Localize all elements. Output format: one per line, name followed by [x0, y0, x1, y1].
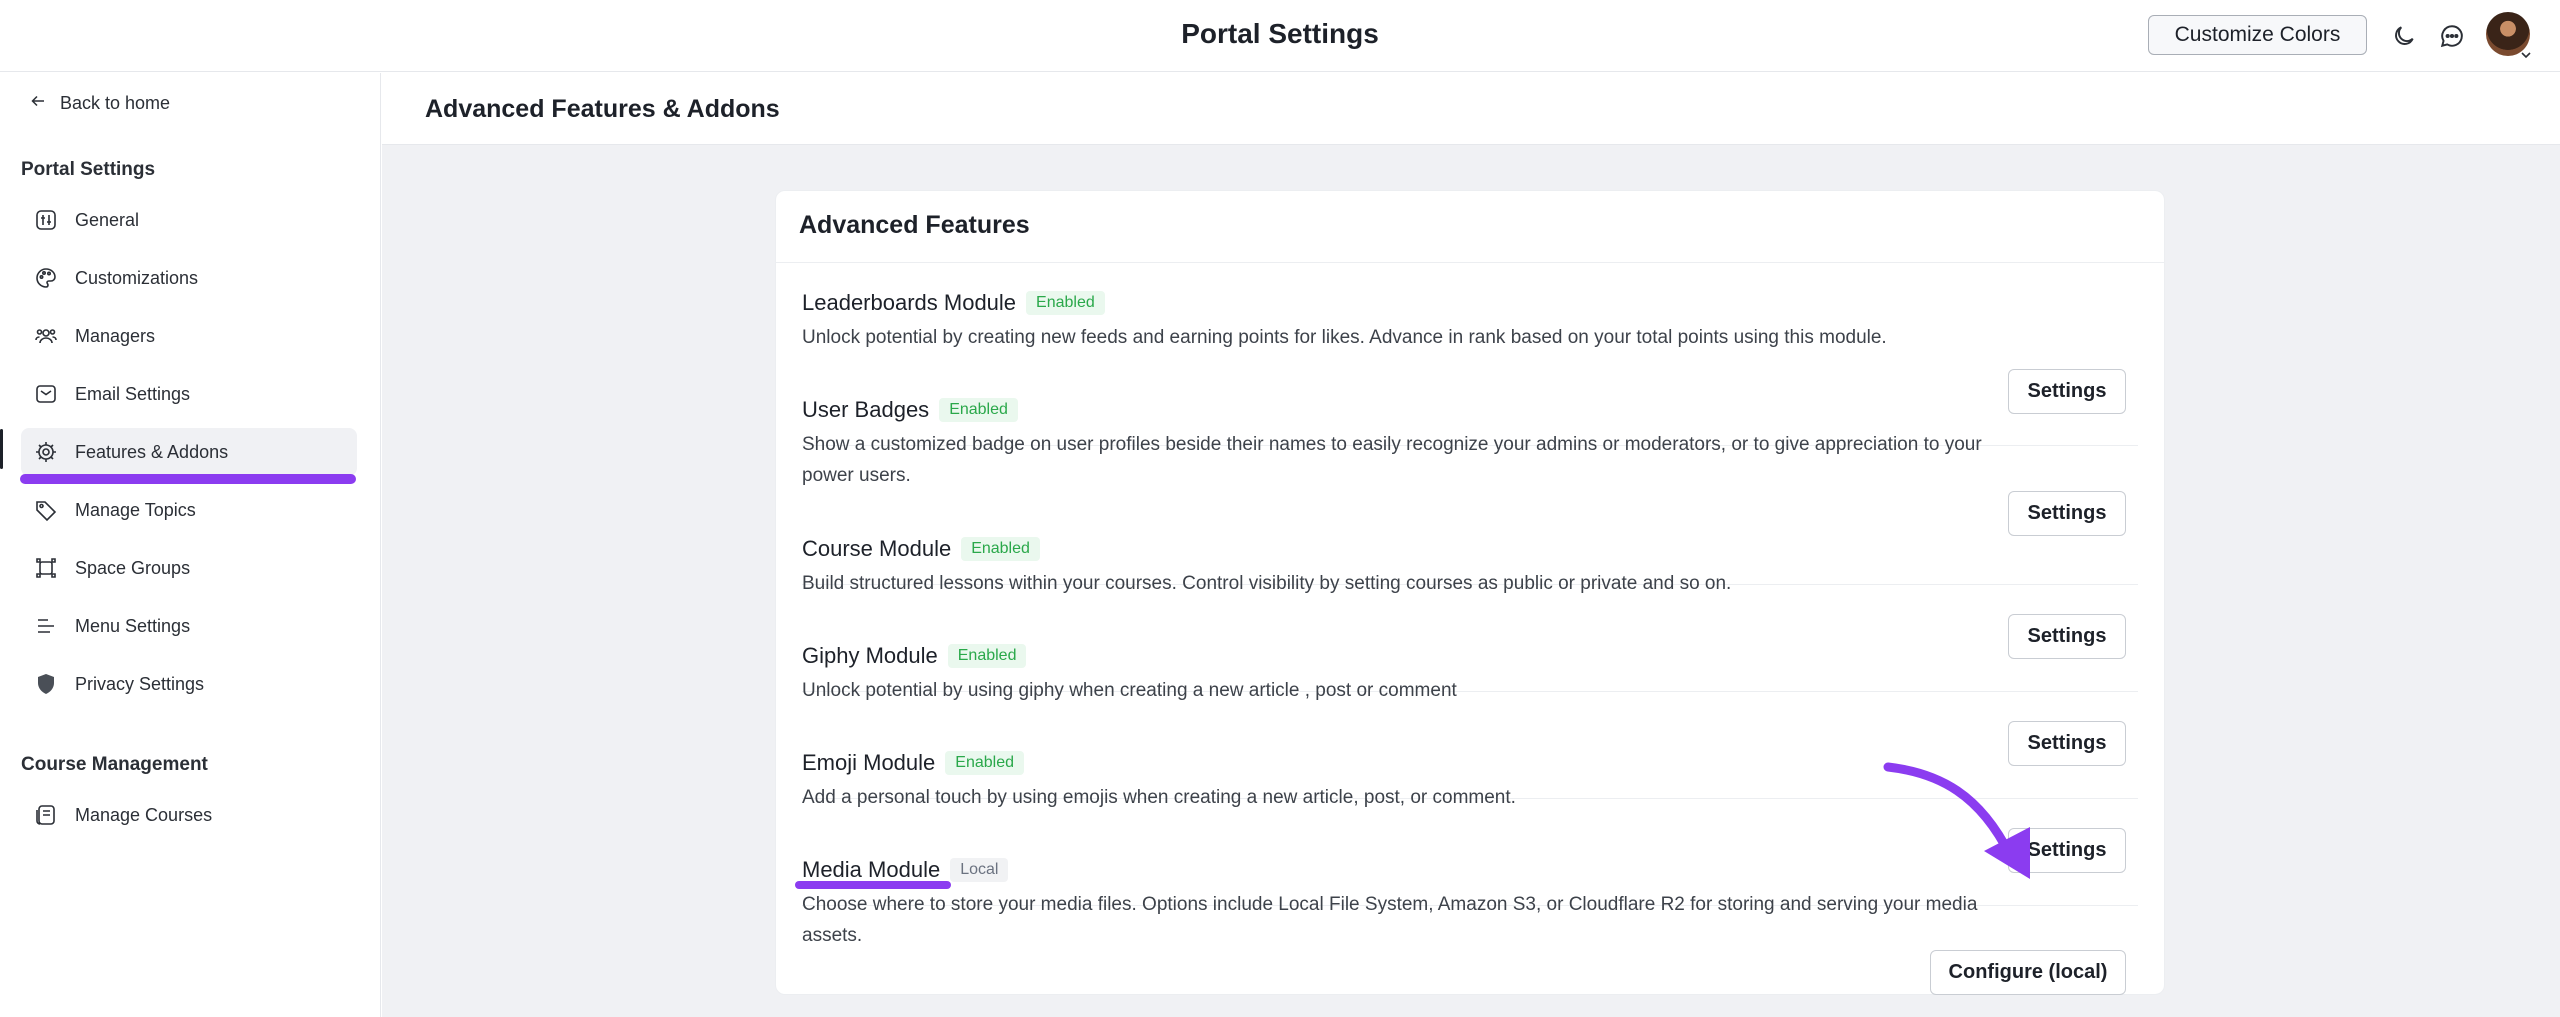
feature-description: Unlock potential by creating new feeds a… — [802, 327, 1887, 348]
sidebar-item-privacy-settings[interactable]: Privacy Settings — [21, 660, 357, 708]
card-title: Advanced Features — [799, 211, 1030, 239]
sidebar-item-label: Privacy Settings — [75, 673, 205, 694]
back-to-home-link[interactable]: Back to home — [30, 93, 170, 114]
feature-name: Emoji Module — [802, 750, 936, 775]
moon-icon[interactable] — [2388, 20, 2420, 52]
sidebar-item-label: Customizations — [75, 267, 199, 288]
feature-description: Build structured lessons within your cou… — [802, 573, 1732, 594]
sidebar-item-label: Email Settings — [75, 383, 191, 404]
user-badges-settings-button[interactable]: Settings — [2008, 491, 2126, 536]
sidebar-item-label: General — [75, 209, 140, 230]
sidebar-item-manage-courses[interactable]: Manage Courses — [21, 791, 357, 839]
feature-name: Leaderboards Module — [802, 290, 1017, 315]
sidebar-item-label: Space Groups — [75, 557, 191, 578]
portal-settings-section-title: Portal Settings — [21, 159, 156, 180]
main-header: Advanced Features & Addons — [382, 73, 2560, 145]
status-badge: Enabled — [947, 644, 1027, 668]
feature-description: Show a customized badge on user profiles… — [802, 434, 1982, 486]
customize-colors-button[interactable]: Customize Colors — [2148, 15, 2367, 55]
sidebar-item-label: Menu Settings — [75, 615, 191, 636]
sidebar-item-menu-settings[interactable]: Menu Settings — [21, 602, 357, 650]
feature-description: Add a personal touch by using emojis whe… — [802, 787, 1516, 808]
sidebar-item-label: Features & Addons — [75, 441, 229, 462]
divider — [776, 262, 2164, 263]
top-bar: Portal Settings Customize Colors — [0, 0, 2560, 72]
page-title: Advanced Features & Addons — [425, 95, 780, 123]
configure-media-button[interactable]: Configure (local) — [1930, 950, 2126, 995]
sidebar-item-general[interactable]: General — [21, 196, 357, 244]
feature-name: User Badges — [802, 397, 930, 422]
feature-name: Media Module — [802, 857, 941, 882]
tag-icon — [33, 497, 59, 523]
feature-name: Giphy Module — [802, 643, 938, 668]
sidebar-item-manage-topics[interactable]: Manage Topics — [21, 486, 357, 534]
mail-icon — [33, 381, 59, 407]
feature-course-module: Course Module Enabled Build structured l… — [802, 536, 2138, 599]
status-badge: Enabled — [1026, 291, 1105, 315]
feature-leaderboards: Leaderboards Module Enabled Unlock poten… — [802, 290, 2138, 353]
grid-frame-icon — [33, 555, 59, 581]
sliders-icon — [33, 207, 59, 233]
arrow-left-icon — [30, 93, 46, 114]
back-to-home-label: Back to home — [60, 93, 171, 113]
users-icon — [33, 323, 59, 349]
sidebar-item-customizations[interactable]: Customizations — [21, 254, 357, 302]
shield-icon — [33, 671, 59, 697]
feature-description: Unlock potential by using giphy when cre… — [802, 680, 1457, 701]
sidebar-item-email-settings[interactable]: Email Settings — [21, 370, 357, 418]
active-indicator — [0, 429, 3, 469]
sidebar: Back to home Portal Settings General Cus… — [0, 73, 381, 1017]
course-management-section-title: Course Management — [21, 754, 208, 775]
sidebar-item-features-addons[interactable]: Features & Addons — [21, 428, 357, 476]
feature-giphy-module: Giphy Module Enabled Unlock potential by… — [802, 643, 2138, 706]
highlight-underline — [795, 881, 951, 889]
palette-icon — [33, 265, 59, 291]
status-badge: Enabled — [961, 537, 1040, 561]
feature-description: Choose where to store your media files. … — [802, 894, 1978, 946]
chevron-down-icon[interactable] — [2520, 48, 2532, 60]
main-content: Advanced Features & Addons Advanced Feat… — [382, 73, 2560, 1017]
status-badge: Enabled — [939, 398, 1018, 422]
cpu-icon — [33, 439, 59, 465]
annotation-arrow-icon — [1883, 762, 2030, 879]
sidebar-item-space-groups[interactable]: Space Groups — [21, 544, 357, 592]
menu-lines-icon — [33, 613, 59, 639]
sidebar-item-managers[interactable]: Managers — [21, 312, 357, 360]
status-badge: Enabled — [945, 751, 1024, 775]
book-stack-icon — [33, 802, 59, 828]
sidebar-item-label: Managers — [75, 325, 156, 346]
chat-icon[interactable] — [2436, 20, 2468, 52]
feature-user-badges: User Badges Enabled Show a customized ba… — [802, 397, 2138, 491]
highlight-underline — [20, 474, 356, 484]
status-badge: Local — [950, 858, 1009, 882]
sidebar-item-label: Manage Courses — [75, 804, 213, 825]
sidebar-item-label: Manage Topics — [75, 499, 196, 520]
feature-name: Course Module — [802, 536, 952, 561]
